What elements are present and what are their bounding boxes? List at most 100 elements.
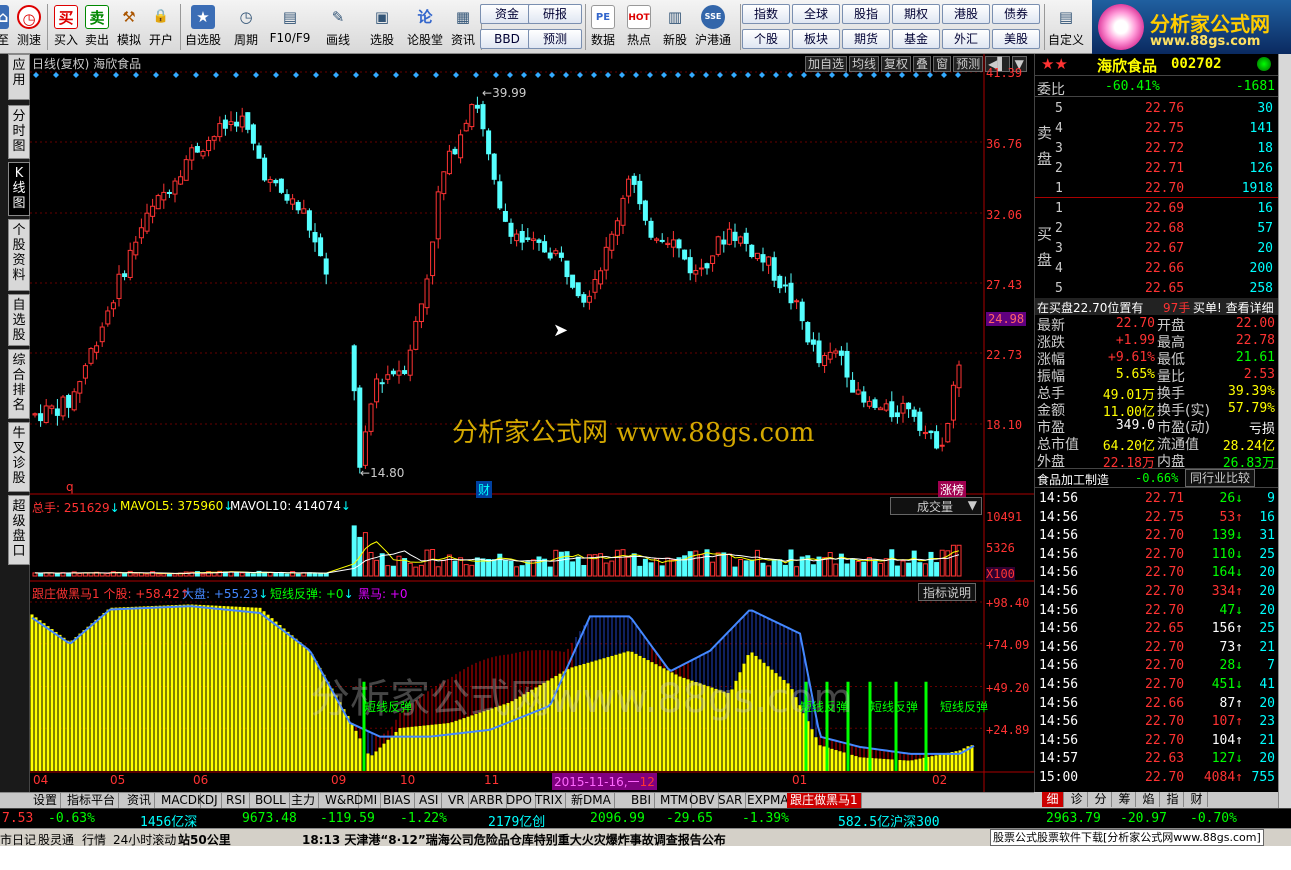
indicator-tab[interactable]: ASI (416, 793, 443, 808)
sell-level-4[interactable]: 4 22.75 141 (1035, 119, 1279, 139)
research-button[interactable]: 研报 (528, 4, 582, 24)
stock-button[interactable]: 个股 (742, 29, 790, 49)
period-button[interactable]: ◷ 周期 (228, 2, 264, 52)
tab-ranking[interactable]: 综合排名 (8, 349, 30, 419)
index-button[interactable]: 指数 (742, 4, 790, 24)
options-button[interactable]: 期权 (892, 4, 940, 24)
tab-stock-profile[interactable]: 个股资料 (8, 219, 30, 291)
us-stocks-button[interactable]: 美股 (992, 29, 1040, 49)
tab-kline[interactable]: K线图 (8, 162, 30, 216)
indicator-tab[interactable]: 主力 (288, 793, 320, 808)
home-button[interactable]: ⌂ 至 (0, 2, 10, 52)
industry-compare-button[interactable]: 同行业比较 (1185, 469, 1256, 487)
adjust-button[interactable]: 复权 (881, 56, 912, 72)
buy-level-2[interactable]: 2 22.68 57 (1035, 219, 1279, 239)
ma-button[interactable]: 均线 (849, 56, 880, 72)
indicator-tab[interactable]: SAR (715, 793, 747, 808)
buy-button[interactable]: 买 买入 (52, 2, 80, 52)
indicator-tab[interactable]: 新DMA (568, 793, 615, 808)
indicator-tab[interactable]: VR (445, 793, 469, 808)
indicator-explain-button[interactable]: 指标说明 (918, 583, 977, 601)
indicator-tab[interactable]: OBV (686, 793, 719, 808)
indicator-tab[interactable]: TRIX (532, 793, 567, 808)
draw-line-button[interactable]: ✎ 画线 (320, 2, 356, 52)
panel-tab[interactable]: 财 (1186, 792, 1208, 807)
globe-icon[interactable] (1257, 57, 1271, 71)
indicator-tab[interactable]: BIAS (380, 793, 415, 808)
news-button[interactable]: ▦ 资讯 (448, 2, 478, 52)
candle-body (502, 211, 508, 222)
overlay-button[interactable]: 叠 (913, 56, 932, 72)
add-watch-button[interactable]: 加自选 (805, 56, 848, 72)
speedtest-button[interactable]: ◷ 测速 (14, 2, 44, 52)
buy-level-3[interactable]: 3 22.67 20 (1035, 239, 1279, 259)
sell-button[interactable]: 卖 卖出 (83, 2, 111, 52)
indicator-tab[interactable]: BBI (628, 793, 656, 808)
notice-row[interactable]: 在买盘22.70位置有 97手 买单! 查看详细 (1035, 298, 1279, 315)
tab-timeshare[interactable]: 分时图 (8, 105, 30, 159)
window-button[interactable]: 窗 (933, 56, 952, 72)
stock-index-button[interactable]: 股指 (842, 4, 890, 24)
indicator-yellow-bar (98, 616, 102, 771)
data-button[interactable]: PE 数据 (588, 2, 618, 52)
panel-tab[interactable]: 指 (1162, 792, 1184, 807)
indicator-tab[interactable]: 指标平台 (64, 793, 120, 808)
kline-chart-area[interactable]: 日线(复权) 海欣食品 加自选 均线 复权叠窗预测 ◀▌ ▼ 41.39 36.76 3… (30, 54, 1034, 792)
indicator-yellow-bar (226, 606, 230, 771)
buy-level-5[interactable]: 5 22.65 258 (1035, 279, 1279, 299)
hotspot-button[interactable]: HOT 热点 (624, 2, 654, 52)
hk-stocks-button[interactable]: 港股 (942, 4, 990, 24)
customize-button[interactable]: ▤ 自定义 (1046, 2, 1086, 52)
sector-button[interactable]: 板块 (792, 29, 840, 49)
indicator-tab[interactable]: EXPMA (744, 793, 793, 808)
indicator-select[interactable]: 成交量 ▼ (890, 497, 982, 515)
global-button[interactable]: 全球 (792, 4, 840, 24)
new-stock-button[interactable]: ▥ 新股 (660, 2, 690, 52)
indicator-tab[interactable]: 设置 (30, 793, 62, 808)
forum-button[interactable]: 论 论股堂 (405, 2, 445, 52)
hk-connect-button[interactable]: SSE 沪港通 (693, 2, 733, 52)
forex-button[interactable]: 外汇 (942, 29, 990, 49)
indicator-tab[interactable]: DMI (351, 793, 382, 808)
tab-watchlist[interactable]: 自选股 (8, 294, 30, 346)
tab-super-order[interactable]: 超级盘口 (8, 495, 30, 565)
buy-level-4[interactable]: 4 22.66 200 (1035, 259, 1279, 279)
download-link[interactable]: 股票公式股票软件下载[分析家公式网www.88gs.com] (990, 829, 1264, 846)
panel-tab[interactable]: 分 (1090, 792, 1112, 807)
bbd-button[interactable]: BBD (480, 29, 534, 49)
buy-level-1[interactable]: 1 22.69 16 (1035, 199, 1279, 219)
indicator-tab[interactable]: ARBR (467, 793, 508, 808)
sell-level-1[interactable]: 1 22.70 1918 (1035, 179, 1279, 199)
f10-button[interactable]: ▤ F10/F9 (268, 2, 312, 52)
open-account-button[interactable]: 🔒 开户 (146, 2, 176, 52)
tab-apps[interactable]: 应用 (8, 54, 30, 100)
right-scrollbar[interactable] (1278, 54, 1291, 816)
sell-level-5[interactable]: 5 22.76 30 (1035, 99, 1279, 119)
panel-tab[interactable]: 细 (1042, 792, 1064, 807)
forecast-button[interactable]: 预测 (528, 29, 582, 49)
limit-up-marker[interactable]: 涨榜 (938, 481, 967, 498)
sell-level-2[interactable]: 2 22.71 126 (1035, 159, 1279, 179)
panel-tab[interactable]: 筹 (1114, 792, 1136, 807)
watchlist-button[interactable]: ★ 自选股 (183, 2, 223, 52)
volume-bar (463, 564, 469, 577)
bonds-button[interactable]: 债券 (992, 4, 1040, 24)
indicator-tab[interactable]: BOLL (252, 793, 290, 808)
panel-tab[interactable]: 焰 (1138, 792, 1160, 807)
finance-marker[interactable]: 财 (476, 481, 493, 498)
predict-button[interactable]: 预测 (953, 56, 984, 72)
indicator-tab[interactable]: DPO (503, 793, 536, 808)
stock-picker-button[interactable]: ▣ 选股 (364, 2, 400, 52)
fund-button[interactable]: 资金 (480, 4, 534, 24)
simulate-button[interactable]: ⚒ 模拟 (115, 2, 143, 52)
indicator-tab[interactable]: KDJ (194, 793, 222, 808)
panel-tab[interactable]: 诊 (1066, 792, 1088, 807)
sell-level-3[interactable]: 3 22.72 18 (1035, 139, 1279, 159)
candle-body (38, 413, 44, 422)
futures-button[interactable]: 期货 (842, 29, 890, 49)
indicator-tab[interactable]: 跟庄做黑马1 (787, 793, 862, 808)
indicator-tab[interactable]: 资讯 (124, 793, 156, 808)
indicator-tab[interactable]: RSI (223, 793, 250, 808)
funds-button[interactable]: 基金 (892, 29, 940, 49)
tab-diagnosis[interactable]: 牛叉诊股 (8, 422, 30, 492)
